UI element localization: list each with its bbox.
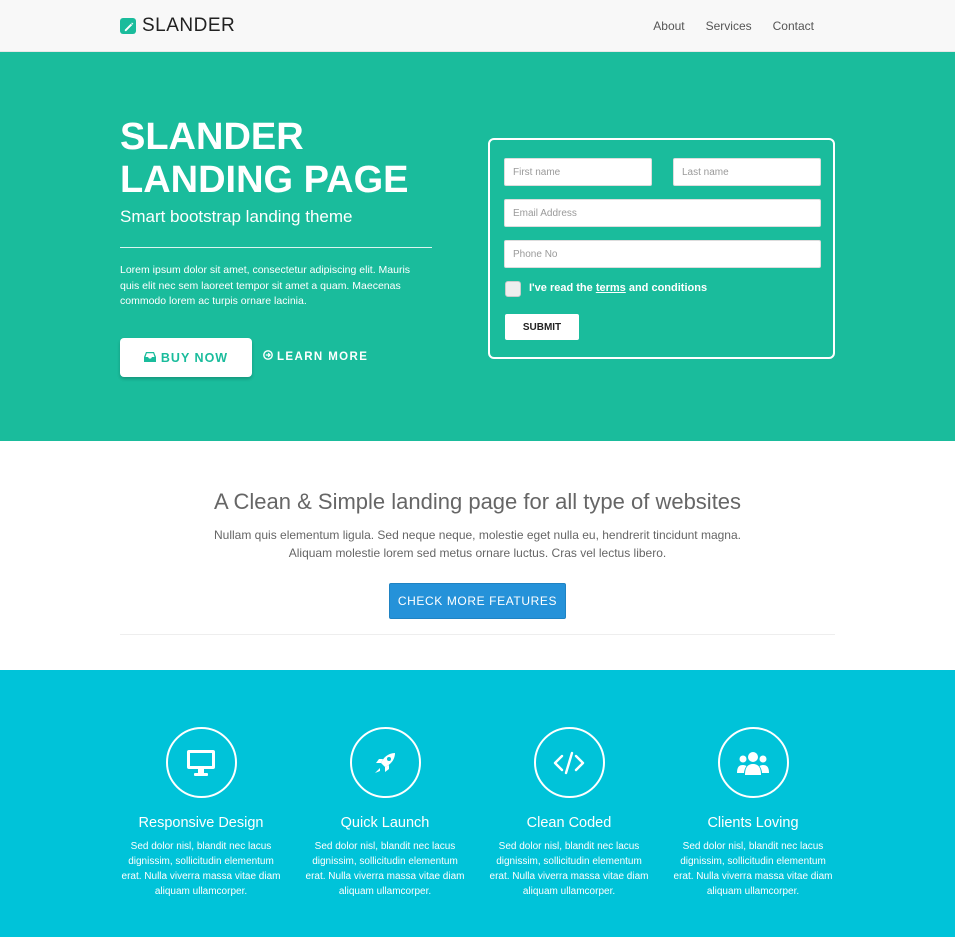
nav-link-contact[interactable]: Contact [773,19,814,33]
desktop-icon [165,727,237,798]
navbar: SLANDER About Services Contact [0,0,955,52]
nav-link-about[interactable]: About [653,19,684,33]
feature-card: Quick Launch Sed dolor nisl, blandit nec… [300,727,470,899]
feature-title: Clean Coded [526,815,612,831]
code-icon [533,727,605,798]
learn-more-label: LEARN MORE [277,350,369,363]
last-name-field[interactable] [673,158,821,186]
learn-more-link[interactable]: LEARN MORE [263,350,368,363]
feature-text: Sed dolor nisl, blandit nec lacus dignis… [121,841,281,897]
users-icon [717,727,789,798]
feature-title: Clients Loving [707,815,799,831]
arrow-circle-icon [263,350,273,363]
signup-form: I've read the terms and conditions SUBMI… [488,138,835,359]
brand-logo[interactable]: SLANDER [120,15,235,37]
terms-link[interactable]: terms [596,282,626,294]
phone-field[interactable] [504,240,821,268]
section-divider [120,634,835,635]
terms-label: I've read the terms and conditions [529,282,707,294]
check-features-button[interactable]: CHECK MORE FEATURES [389,583,566,619]
feature-card: Clients Loving Sed dolor nisl, blandit n… [668,727,838,899]
rocket-icon [349,727,421,798]
feature-title: Quick Launch [340,815,430,831]
intro-text: Nullam quis elementum ligula. Sed neque … [0,527,955,562]
feature-card: Responsive Design Sed dolor nisl, blandi… [116,727,286,899]
intro-line-2: Aliquam molestie lorem sed metus ornare … [288,545,667,560]
nav-links: About Services Contact [653,19,814,33]
hero-divider [120,247,432,248]
terms-checkbox[interactable] [505,281,521,297]
feature-text: Sed dolor nisl, blandit nec lacus dignis… [673,841,833,897]
submit-button[interactable]: SUBMIT [505,314,579,340]
pencil-icon [120,18,136,34]
feature-title: Responsive Design [138,815,264,831]
email-field[interactable] [504,199,821,227]
feature-text: Sed dolor nisl, blandit nec lacus dignis… [305,841,465,897]
hero-subtitle: Smart bootstrap landing theme [120,207,353,226]
hero-paragraph: Lorem ipsum dolor sit amet, consectetur … [120,264,411,307]
features-section: Responsive Design Sed dolor nisl, blandi… [0,670,955,937]
brand-name: SLANDER [142,15,236,36]
terms-prefix: I've read the [529,282,596,294]
feature-card: Clean Coded Sed dolor nisl, blandit nec … [484,727,654,899]
intro-line-1: Nullam quis elementum ligula. Sed neque … [214,528,741,542]
intro-title: A Clean & Simple landing page for all ty… [213,489,742,514]
hero-title: SLANDER LANDING PAGE [120,116,409,201]
buy-now-button[interactable]: BUY NOW [120,338,252,377]
nav-link-services[interactable]: Services [706,19,752,33]
buy-now-label: BUY NOW [160,350,229,365]
hero-section: SLANDER LANDING PAGE Smart bootstrap lan… [0,52,955,441]
terms-suffix: and conditions [625,282,708,294]
first-name-field[interactable] [504,158,652,186]
inbox-icon [143,351,156,365]
feature-text: Sed dolor nisl, blandit nec lacus dignis… [489,841,649,897]
